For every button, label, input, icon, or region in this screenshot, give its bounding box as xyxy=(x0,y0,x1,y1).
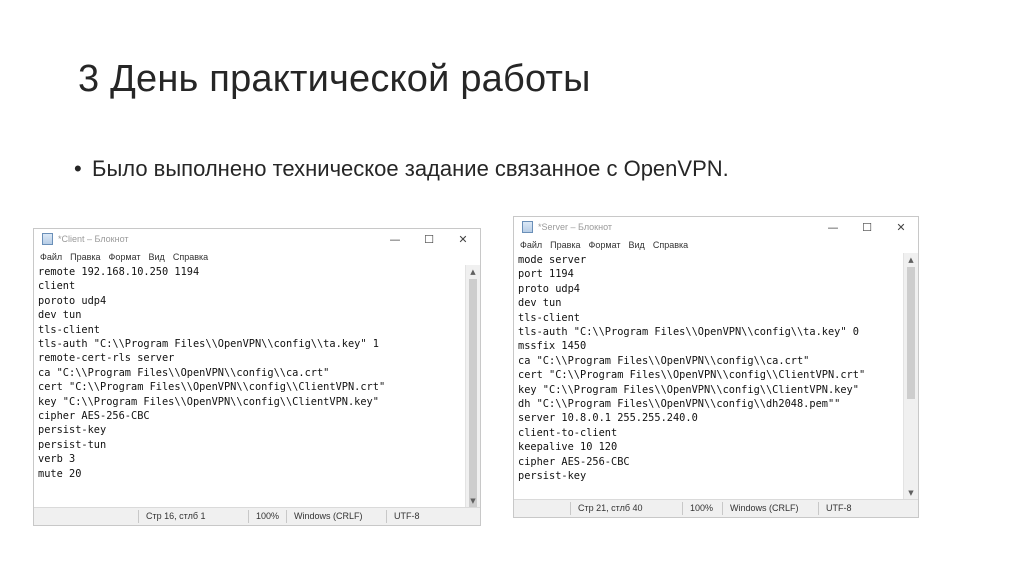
editor-line: mute 20 xyxy=(38,467,82,480)
status-separator xyxy=(722,502,723,515)
status-separator xyxy=(248,510,249,523)
editor-line: mode server xyxy=(518,254,587,266)
status-zoom: 100% xyxy=(690,503,714,513)
close-icon: ✕ xyxy=(896,220,906,234)
maximize-button[interactable]: ☐ xyxy=(850,217,884,237)
editor-line: verb 3 xyxy=(38,453,76,466)
client-statusbar: Стр 16, стлб 1 100% Windows (CRLF) UTF-8 xyxy=(34,507,480,525)
bullet-text: Было выполнено техническое задание связа… xyxy=(92,156,729,181)
editor-line: cert "C:\\Program Files\\OpenVPN\\config… xyxy=(518,369,866,382)
scroll-up-icon[interactable]: ▲ xyxy=(904,253,918,267)
notepad-icon xyxy=(522,221,533,233)
server-menubar: Файл Правка Формат Вид Справка xyxy=(514,237,918,252)
editor-line: cipher AES-256-CBC xyxy=(38,410,150,423)
editor-line: ca "C:\\Program Files\\OpenVPN\\config\\… xyxy=(518,354,810,367)
editor-line: persist-key xyxy=(38,424,107,437)
menu-format[interactable]: Формат xyxy=(589,240,621,250)
slide-title: 3 День практической работы xyxy=(78,58,591,100)
status-separator xyxy=(286,510,287,523)
server-titlebar[interactable]: *Server – Блокнот — ☐ ✕ xyxy=(514,217,918,237)
status-line-ending: Windows (CRLF) xyxy=(294,511,363,521)
editor-line: cipher AES-256-CBC xyxy=(518,455,630,468)
editor-line: client xyxy=(38,280,76,293)
status-position: Стр 16, стлб 1 xyxy=(146,511,206,521)
menu-file[interactable]: Файл xyxy=(40,252,62,262)
minimize-button[interactable]: — xyxy=(816,217,850,237)
scroll-down-icon[interactable]: ▼ xyxy=(466,494,480,508)
scroll-down-icon[interactable]: ▼ xyxy=(904,486,918,500)
client-menubar: Файл Правка Формат Вид Справка xyxy=(34,249,480,264)
close-icon: ✕ xyxy=(458,232,468,246)
editor-line: ca "C:\\Program Files\\OpenVPN\\config\\… xyxy=(38,366,330,379)
status-position: Стр 21, стлб 40 xyxy=(578,503,643,513)
status-separator xyxy=(682,502,683,515)
editor-line: tls-auth "C:\\Program Files\\OpenVPN\\co… xyxy=(518,326,859,339)
editor-line: remote-cert-rls server xyxy=(38,352,175,365)
server-text-editor[interactable]: mode server port 1194 proto udp4 dev tun… xyxy=(514,253,904,500)
menu-edit[interactable]: Правка xyxy=(70,252,100,262)
editor-line: remote 192.168.10.250 1194 xyxy=(38,266,200,278)
status-encoding: UTF-8 xyxy=(394,511,420,521)
status-separator xyxy=(386,510,387,523)
server-window-title: *Server – Блокнот xyxy=(538,222,613,232)
status-encoding: UTF-8 xyxy=(826,503,852,513)
editor-line: key "C:\\Program Files\\OpenVPN\\config\… xyxy=(38,395,379,408)
editor-line: tls-client xyxy=(518,311,580,324)
menu-edit[interactable]: Правка xyxy=(550,240,580,250)
server-vertical-scrollbar[interactable]: ▲ ▼ xyxy=(903,253,918,500)
status-separator xyxy=(570,502,571,515)
bullet-marker: • xyxy=(74,156,82,181)
editor-line: key "C:\\Program Files\\OpenVPN\\config\… xyxy=(518,383,859,396)
editor-line: cert "C:\\Program Files\\OpenVPN\\config… xyxy=(38,381,386,394)
status-zoom: 100% xyxy=(256,511,280,521)
editor-line: persist-tun xyxy=(38,438,107,451)
menu-help[interactable]: Справка xyxy=(173,252,208,262)
minimize-button[interactable]: — xyxy=(378,229,412,249)
editor-line: keepalive 10 120 xyxy=(518,441,618,454)
menu-view[interactable]: Вид xyxy=(149,252,165,262)
editor-line: persist-key xyxy=(518,470,587,483)
editor-line: dh "C:\\Program Files\\OpenVPN\\config\\… xyxy=(518,398,841,411)
editor-line: dev tun xyxy=(518,297,562,310)
client-notepad-window: *Client – Блокнот — ☐ ✕ Файл Правка Форм… xyxy=(33,228,481,526)
editor-line: dev tun xyxy=(38,309,82,322)
scroll-up-icon[interactable]: ▲ xyxy=(466,265,480,279)
minimize-icon: — xyxy=(389,232,401,246)
editor-line: mssfix 1450 xyxy=(518,340,587,353)
minimize-icon: — xyxy=(827,220,839,234)
close-button[interactable]: ✕ xyxy=(446,229,480,249)
close-button[interactable]: ✕ xyxy=(884,217,918,237)
client-vertical-scrollbar[interactable]: ▲ ▼ xyxy=(465,265,480,511)
server-statusbar: Стр 21, стлб 40 100% Windows (CRLF) UTF-… xyxy=(514,499,918,517)
status-separator xyxy=(138,510,139,523)
client-titlebar[interactable]: *Client – Блокнот — ☐ ✕ xyxy=(34,229,480,249)
status-separator xyxy=(818,502,819,515)
editor-line: client-to-client xyxy=(518,426,618,439)
maximize-icon: ☐ xyxy=(424,232,434,246)
menu-view[interactable]: Вид xyxy=(629,240,645,250)
editor-line: proto udp4 xyxy=(518,282,580,295)
editor-line: port 1194 xyxy=(518,268,574,281)
scroll-thumb[interactable] xyxy=(469,279,477,511)
editor-line: tls-auth "C:\\Program Files\\OpenVPN\\co… xyxy=(38,338,379,351)
menu-help[interactable]: Справка xyxy=(653,240,688,250)
maximize-icon: ☐ xyxy=(862,220,872,234)
notepad-icon xyxy=(42,233,53,245)
server-notepad-window: *Server – Блокнот — ☐ ✕ Файл Правка Форм… xyxy=(513,216,919,518)
bullet-point: • Было выполнено техническое задание связ… xyxy=(74,156,729,182)
editor-line: poroto udp4 xyxy=(38,294,107,307)
maximize-button[interactable]: ☐ xyxy=(412,229,446,249)
client-text-editor[interactable]: remote 192.168.10.250 1194 client poroto… xyxy=(34,265,466,508)
editor-line: tls-client xyxy=(38,323,100,336)
menu-format[interactable]: Формат xyxy=(109,252,141,262)
editor-line: server 10.8.0.1 255.255.240.0 xyxy=(518,412,698,425)
client-window-title: *Client – Блокнот xyxy=(58,234,129,244)
status-line-ending: Windows (CRLF) xyxy=(730,503,799,513)
menu-file[interactable]: Файл xyxy=(520,240,542,250)
scroll-thumb[interactable] xyxy=(907,267,915,399)
